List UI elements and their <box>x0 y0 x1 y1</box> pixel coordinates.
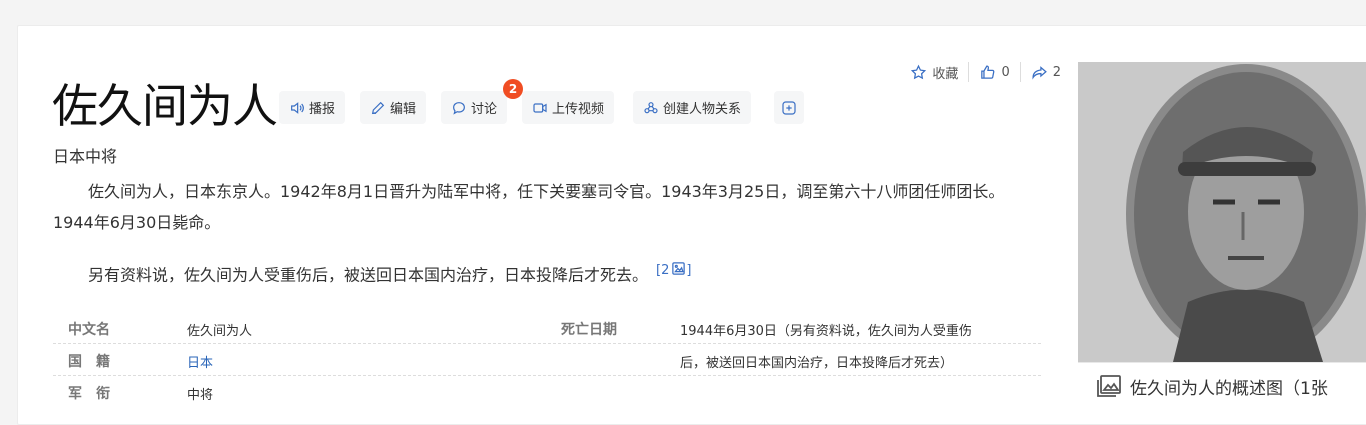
upload-video-label: 上传视频 <box>552 102 605 117</box>
edit-button[interactable]: 编辑 <box>360 91 427 124</box>
video-camera-icon <box>533 102 547 113</box>
thumbs-up-icon <box>981 64 995 79</box>
discuss-label: 讨论 <box>471 102 498 117</box>
citation-number: [2 <box>656 263 670 278</box>
collect-label: 收藏 <box>932 66 959 82</box>
death-date-value-line2: 后，被送回日本国内治疗，日本投降后才死去） <box>680 356 954 371</box>
create-relation-label: 创建人物关系 <box>663 102 742 117</box>
broadcast-button[interactable]: 播报 <box>279 91 346 124</box>
portrait-photo[interactable] <box>1078 62 1366 362</box>
summary-paragraph-2-text: 另有资料说，佐久间为人受重伤后，被送回日本国内治疗，日本投降后才死去。 <box>88 265 649 285</box>
chinese-name-value: 佐久间为人 <box>187 324 253 339</box>
create-relation-button[interactable]: 创建人物关系 <box>633 91 752 124</box>
summary-paragraph-2: 另有资料说，佐久间为人受重伤后，被送回日本国内治疗，日本投降后才死去。 [2] <box>53 255 1043 290</box>
share-icon <box>1032 65 1047 80</box>
share-button[interactable]: 2 <box>1021 64 1061 81</box>
rank-value: 中将 <box>187 388 214 403</box>
death-date-label: 死亡日期 <box>561 322 617 338</box>
info-row: 军 衔 中将 <box>53 376 1041 408</box>
entry-title: 佐久间为人 <box>52 79 278 133</box>
star-icon <box>911 64 927 79</box>
rank-label: 军 衔 <box>68 386 110 402</box>
entry-actions: 收藏 0 2 <box>900 62 1061 82</box>
more-add-button[interactable] <box>774 91 804 124</box>
like-count: 0 <box>1001 64 1010 80</box>
upload-video-button[interactable]: 上传视频 <box>522 91 615 124</box>
portrait-image <box>1078 62 1366 362</box>
death-date-value-line1: 1944年6月30日（另有资料说，佐久间为人受重伤 <box>680 324 972 339</box>
plus-square-icon <box>782 100 796 115</box>
info-row: 中文名 佐久间为人 死亡日期 1944年6月30日（另有资料说，佐久间为人受重伤 <box>53 312 1041 344</box>
gallery-icon <box>1097 375 1121 397</box>
share-count: 2 <box>1052 64 1061 80</box>
chat-bubble-icon <box>453 101 465 115</box>
citation-link[interactable]: [2] <box>656 262 691 278</box>
discuss-button[interactable]: 讨论 <box>441 91 508 124</box>
broadcast-label: 播报 <box>309 102 336 117</box>
image-reference-icon <box>672 262 686 275</box>
discuss-count-badge: 2 <box>503 79 523 99</box>
edit-label: 编辑 <box>390 102 417 117</box>
info-row: 国 籍 日本 后，被送回日本国内治疗，日本投降后才死去） <box>53 344 1041 376</box>
like-button[interactable]: 0 <box>969 64 1019 81</box>
nationality-label: 国 籍 <box>68 354 110 370</box>
collect-button[interactable]: 收藏 <box>900 63 968 82</box>
album-caption[interactable]: 佐久间为人的概述图（1张 <box>1078 362 1366 409</box>
album-caption-text: 佐久间为人的概述图（1张 <box>1130 378 1328 399</box>
pencil-icon <box>371 101 385 114</box>
speaker-icon <box>291 101 304 114</box>
people-relation-icon <box>644 101 658 113</box>
entry-subtitle: 日本中将 <box>53 147 118 166</box>
nationality-link[interactable]: 日本 <box>187 352 213 371</box>
summary-paragraph-1: 佐久间为人，日本东京人。1942年8月1日晋升为陆军中将，任下关要塞司令官。19… <box>53 182 1005 232</box>
chinese-name-label: 中文名 <box>68 322 110 338</box>
